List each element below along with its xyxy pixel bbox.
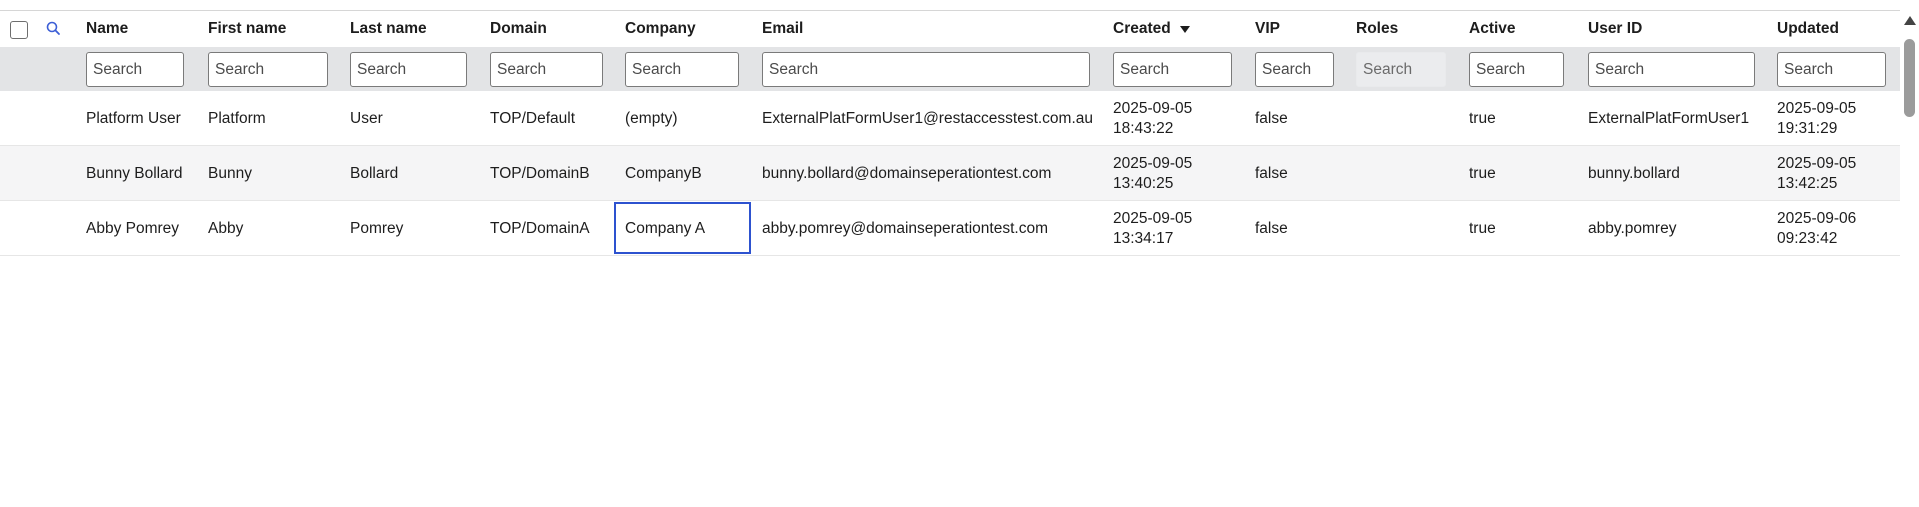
cell-company-link[interactable]: CompanyB xyxy=(625,146,702,201)
filter-user-id-input[interactable] xyxy=(1588,52,1755,87)
cell-last-name: Pomrey xyxy=(350,219,404,237)
cell-email: abby.pomrey@domainseperationtest.com xyxy=(762,219,1048,237)
cell-active: true xyxy=(1469,164,1496,182)
filter-domain-input[interactable] xyxy=(490,52,603,87)
column-header-first-name[interactable]: First name xyxy=(208,11,286,47)
select-all-checkbox[interactable] xyxy=(10,21,28,39)
filter-roles-input xyxy=(1356,52,1446,87)
cell-company: (empty) xyxy=(625,109,678,127)
table-header-row: Name First name Last name Domain Company… xyxy=(0,11,1900,47)
column-header-user-id[interactable]: User ID xyxy=(1588,11,1642,47)
cell-vip: false xyxy=(1255,109,1288,127)
filter-last-name-input[interactable] xyxy=(350,52,467,87)
filter-created-input[interactable] xyxy=(1113,52,1232,87)
cell-name-link[interactable]: Bunny Bollard xyxy=(86,146,183,201)
cell-name-link[interactable]: Platform User xyxy=(86,91,181,146)
filter-first-name-input[interactable] xyxy=(208,52,328,87)
cell-created: 2025-09-05 18:43:22 xyxy=(1113,99,1193,137)
column-header-last-name[interactable]: Last name xyxy=(350,11,427,47)
column-header-domain[interactable]: Domain xyxy=(490,11,547,47)
cell-first-name: Bunny xyxy=(208,164,252,182)
cell-vip: false xyxy=(1255,219,1288,237)
top-strip xyxy=(0,0,1900,11)
cell-updated: 2025-09-06 09:23:42 xyxy=(1777,209,1857,247)
cell-name-link[interactable]: Abby Pomrey xyxy=(86,201,179,256)
cell-created: 2025-09-05 13:34:17 xyxy=(1113,209,1193,247)
cell-updated: 2025-09-05 19:31:29 xyxy=(1777,99,1857,137)
filter-vip-input[interactable] xyxy=(1255,52,1334,87)
cell-user-id: ExternalPlatFormUser1 xyxy=(1588,109,1750,127)
cell-email: bunny.bollard@domainseperationtest.com xyxy=(762,164,1052,182)
vertical-scrollbar[interactable] xyxy=(1900,11,1919,507)
scrollbar-thumb[interactable] xyxy=(1904,39,1915,117)
user-list-table: Name First name Last name Domain Company… xyxy=(0,11,1900,256)
filter-email-input[interactable] xyxy=(762,52,1090,87)
filter-company-input[interactable] xyxy=(625,52,739,87)
cell-email: ExternalPlatFormUser1@restaccesstest.com… xyxy=(762,109,1094,127)
filter-updated-input[interactable] xyxy=(1777,52,1886,87)
search-icon[interactable] xyxy=(45,20,63,38)
column-header-updated[interactable]: Updated xyxy=(1777,11,1839,47)
cell-created: 2025-09-05 13:40:25 xyxy=(1113,154,1193,192)
table-row: Bunny Bollard Bunny Bollard TOP/DomainB … xyxy=(0,146,1900,201)
cell-user-id: bunny.bollard xyxy=(1588,164,1680,182)
cell-company-link[interactable]: Company A xyxy=(625,201,705,256)
cell-domain-link[interactable]: TOP/DomainB xyxy=(490,146,590,201)
filter-active-input[interactable] xyxy=(1469,52,1564,87)
table-row: Abby Pomrey Abby Pomrey TOP/DomainA Comp… xyxy=(0,201,1900,256)
column-header-company[interactable]: Company xyxy=(625,11,696,47)
column-header-created[interactable]: Created xyxy=(1113,11,1190,47)
column-header-vip[interactable]: VIP xyxy=(1255,11,1280,47)
cell-active: true xyxy=(1469,109,1496,127)
column-header-created-label: Created xyxy=(1113,20,1171,37)
column-header-roles[interactable]: Roles xyxy=(1356,11,1398,47)
cell-domain-link[interactable]: TOP/DomainA xyxy=(490,201,590,256)
sort-descending-icon[interactable] xyxy=(1179,25,1190,33)
scroll-up-arrow-icon[interactable] xyxy=(1904,16,1916,25)
cell-last-name: Bollard xyxy=(350,164,399,182)
cell-first-name: Platform xyxy=(208,109,266,127)
cell-updated: 2025-09-05 13:42:25 xyxy=(1777,154,1857,192)
cell-first-name: Abby xyxy=(208,219,244,237)
cell-active: true xyxy=(1469,219,1496,237)
cell-last-name: User xyxy=(350,109,383,127)
column-header-active[interactable]: Active xyxy=(1469,11,1516,47)
column-filter-row xyxy=(0,47,1900,91)
cell-domain-link[interactable]: TOP/Default xyxy=(490,91,575,146)
cell-user-id: abby.pomrey xyxy=(1588,219,1677,237)
cell-vip: false xyxy=(1255,164,1288,182)
filter-name-input[interactable] xyxy=(86,52,184,87)
table-row: Platform User Platform User TOP/Default … xyxy=(0,91,1900,146)
column-header-email[interactable]: Email xyxy=(762,11,803,47)
column-header-name[interactable]: Name xyxy=(86,11,128,47)
